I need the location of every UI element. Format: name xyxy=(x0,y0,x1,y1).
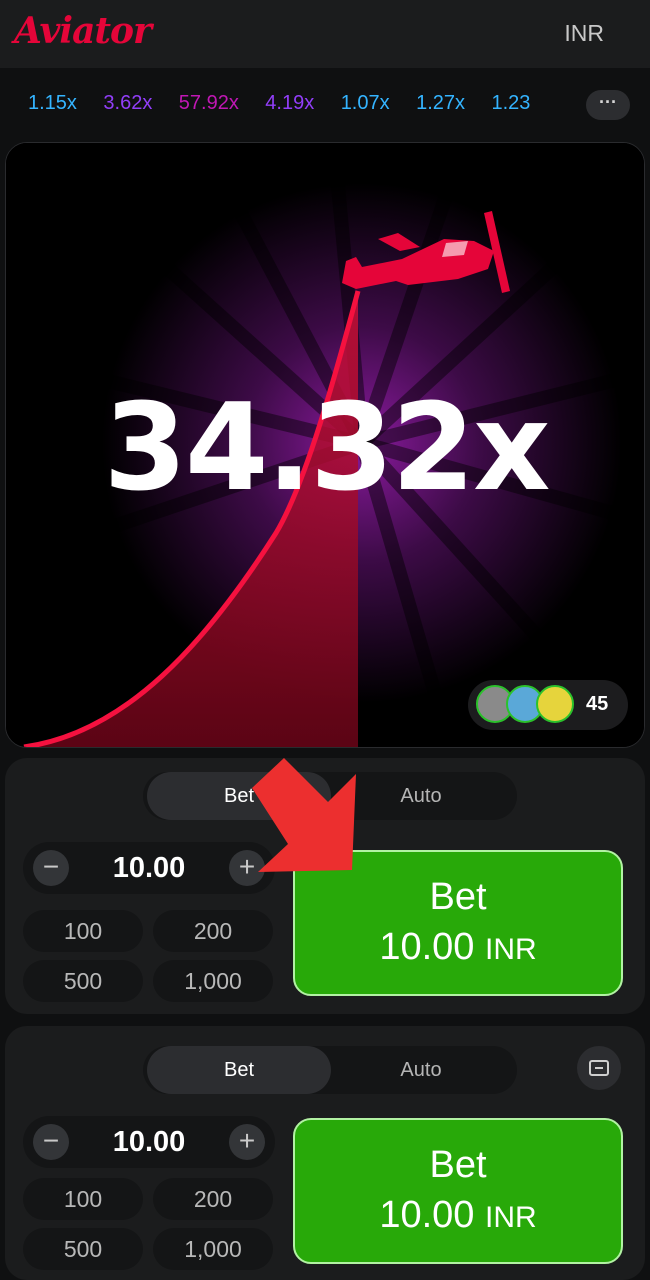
history-more-button[interactable]: ··· xyxy=(586,90,630,120)
stake-input[interactable]: 10.00 xyxy=(73,852,225,885)
history-item: 1.23 xyxy=(491,92,531,114)
quick-stake-200[interactable]: 200 xyxy=(153,910,273,952)
history-item: 1.15x xyxy=(28,92,77,114)
history-item: 1.07x xyxy=(340,92,390,114)
game-canvas: 34.32x xyxy=(5,142,645,748)
quick-stake-100[interactable]: 100 xyxy=(23,910,143,952)
bet-button-currency: INR xyxy=(484,1201,537,1234)
online-players-badge[interactable]: 45 xyxy=(468,680,628,730)
history-list: 1.15x 3.62x 57.92x 4.19x 1.07x 1.27x 1.2… xyxy=(28,92,568,122)
increase-stake-button[interactable]: + xyxy=(229,1124,265,1160)
bet-button-amount-line: 10.00 INR xyxy=(295,926,621,969)
quick-stake-1000[interactable]: 1,000 xyxy=(153,1228,273,1270)
stake-input[interactable]: 10.00 xyxy=(73,1126,225,1159)
quick-stake-500[interactable]: 500 xyxy=(23,1228,143,1270)
bet-button-title: Bet xyxy=(429,876,487,918)
remove-panel-button[interactable] xyxy=(577,1046,621,1090)
current-multiplier: 34.32x xyxy=(103,379,551,518)
bet-panel-2: Bet Auto − 10.00 + 100 200 500 1,000 Bet… xyxy=(5,1026,645,1280)
pointer-arrow-icon xyxy=(252,758,356,872)
bet-button-title: Bet xyxy=(429,1144,487,1186)
aviator-logo[interactable]: Aviator xyxy=(14,10,152,52)
bet-button-amount-line: 10.00 INR xyxy=(295,1194,621,1237)
decrease-stake-button[interactable]: − xyxy=(33,1124,69,1160)
bet-button-currency: INR xyxy=(484,933,537,966)
multiplier-history: 1.15x 3.62x 57.92x 4.19x 1.07x 1.27x 1.2… xyxy=(0,68,650,140)
currency-label[interactable]: INR xyxy=(564,20,604,47)
stake-stepper: − 10.00 + xyxy=(23,1116,275,1168)
app-header: Aviator INR xyxy=(0,0,650,68)
stake-stepper: − 10.00 + xyxy=(23,842,275,894)
history-item: 57.92x xyxy=(178,92,239,114)
avatar xyxy=(536,685,574,723)
players-count: 45 xyxy=(586,693,609,715)
history-item: 4.19x xyxy=(265,92,315,114)
place-bet-button[interactable]: Bet 10.00 INR xyxy=(293,1118,623,1264)
bet-button-amount: 10.00 xyxy=(379,1194,475,1236)
tab-auto[interactable]: Auto xyxy=(329,1046,513,1094)
decrease-stake-button[interactable]: − xyxy=(33,850,69,886)
quick-stake-200[interactable]: 200 xyxy=(153,1178,273,1220)
tab-bet[interactable]: Bet xyxy=(147,1046,331,1094)
history-item: 1.27x xyxy=(416,92,466,114)
history-item: 3.62x xyxy=(103,92,153,114)
bet-mode-tabs: Bet Auto xyxy=(143,1046,517,1094)
quick-stake-100[interactable]: 100 xyxy=(23,1178,143,1220)
quick-stake-500[interactable]: 500 xyxy=(23,960,143,1002)
minus-square-icon xyxy=(589,1060,609,1076)
bet-button-amount: 10.00 xyxy=(379,926,475,968)
quick-stake-1000[interactable]: 1,000 xyxy=(153,960,273,1002)
